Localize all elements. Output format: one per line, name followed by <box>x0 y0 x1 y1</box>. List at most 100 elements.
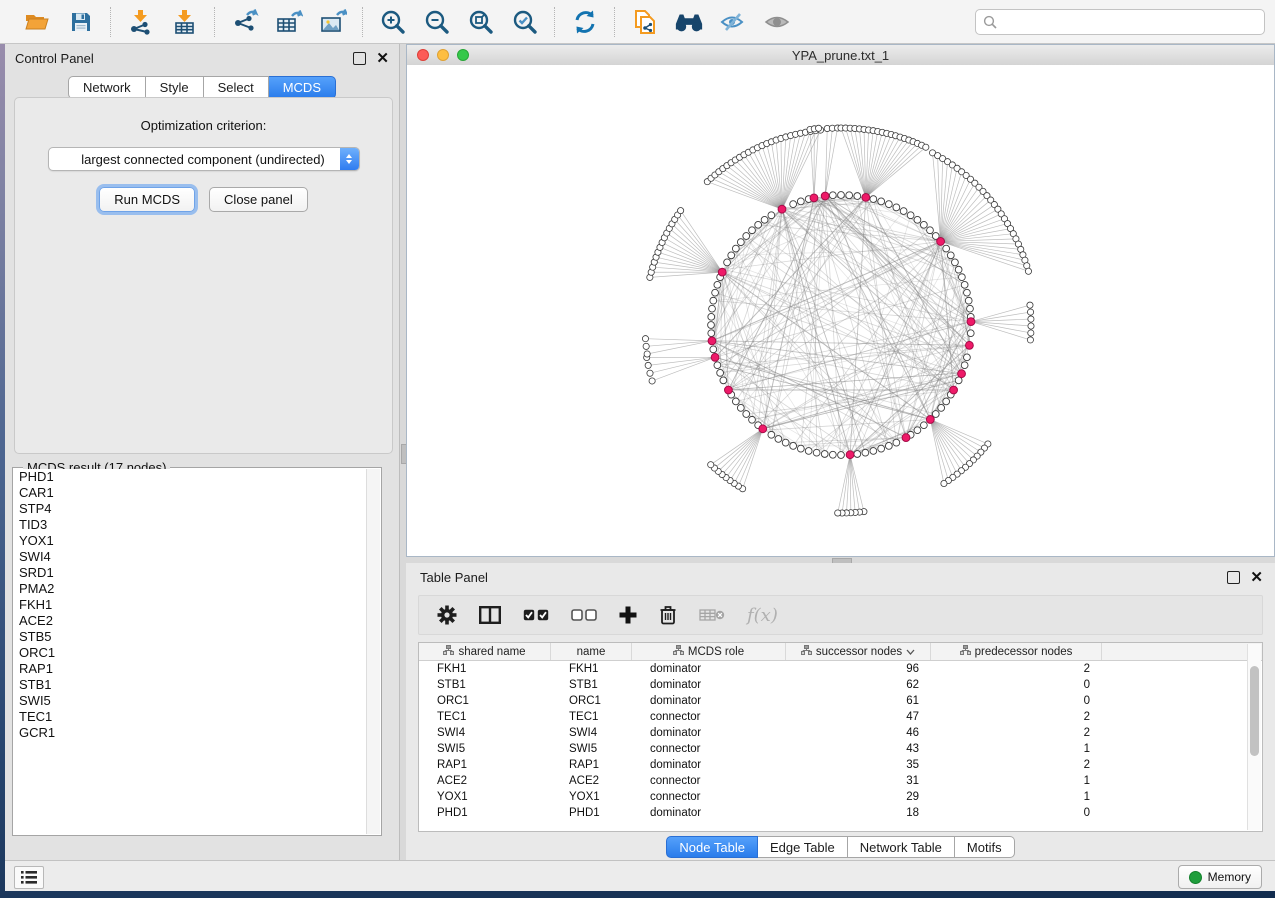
column-header-MCDS-role[interactable]: MCDS role <box>632 643 786 660</box>
cell-predecessor_nodes: 2 <box>931 757 1102 773</box>
hide-selected-button[interactable] <box>718 7 748 37</box>
clone-network-button[interactable] <box>630 7 660 37</box>
result-item[interactable]: SRD1 <box>14 565 367 581</box>
column-header-predecessor-nodes[interactable]: predecessor nodes <box>931 643 1102 660</box>
zoom-selected-button[interactable] <box>510 7 540 37</box>
first-neighbors-button[interactable] <box>674 7 704 37</box>
table-row[interactable]: PHD1PHD1dominator180 <box>419 805 1262 821</box>
tab-edge-table[interactable]: Edge Table <box>758 836 848 858</box>
zoom-fit-button[interactable] <box>466 7 496 37</box>
tab-select[interactable]: Select <box>204 76 269 99</box>
close-panel-button[interactable]: Close panel <box>209 187 308 212</box>
float-panel-icon[interactable] <box>353 52 366 65</box>
table-scrollbar-thumb[interactable] <box>1250 666 1259 756</box>
result-item[interactable]: PMA2 <box>14 581 367 597</box>
show-all-button[interactable] <box>762 7 792 37</box>
result-item[interactable]: SWI4 <box>14 549 367 565</box>
window-zoom-icon[interactable] <box>457 49 469 61</box>
import-table-button[interactable] <box>170 7 200 37</box>
table-row[interactable]: ORC1ORC1dominator610 <box>419 693 1262 709</box>
memory-status-icon <box>1189 871 1202 884</box>
result-item[interactable]: SWI5 <box>14 693 367 709</box>
cell-predecessor_nodes: 2 <box>931 725 1102 741</box>
gear-icon <box>437 605 457 625</box>
mcds-result-list[interactable]: PHD1CAR1STP4TID3YOX1SWI4SRD1PMA2FKH1ACE2… <box>14 469 367 834</box>
window-close-icon[interactable] <box>417 49 429 61</box>
tab-network-table[interactable]: Network Table <box>848 836 955 858</box>
table-scrollbar[interactable] <box>1247 644 1261 830</box>
result-item[interactable]: FKH1 <box>14 597 367 613</box>
network-window: YPA_prune.txt_1 <box>406 44 1275 557</box>
delete-table-button[interactable] <box>699 608 725 622</box>
network-graph[interactable] <box>407 65 1274 556</box>
window-minimize-icon[interactable] <box>437 49 449 61</box>
node-table-body: FKH1FKH1dominator962STB1STB1dominator620… <box>419 661 1262 821</box>
export-image-button[interactable] <box>318 7 348 37</box>
table-row[interactable]: STB1STB1dominator620 <box>419 677 1262 693</box>
cell-predecessor_nodes: 1 <box>931 773 1102 789</box>
result-item[interactable]: GCR1 <box>14 725 367 741</box>
table-settings-button[interactable] <box>437 605 457 625</box>
deselect-all-button[interactable] <box>571 609 597 621</box>
import-network-button[interactable] <box>126 7 156 37</box>
cell-name: SWI4 <box>551 725 632 741</box>
table-row[interactable]: SWI4SWI4dominator462 <box>419 725 1262 741</box>
column-header-successor-nodes[interactable]: successor nodes <box>786 643 931 660</box>
result-item[interactable]: RAP1 <box>14 661 367 677</box>
table-row[interactable]: YOX1YOX1connector291 <box>419 789 1262 805</box>
network-window-titlebar[interactable]: YPA_prune.txt_1 <box>407 45 1274 66</box>
result-item[interactable]: ORC1 <box>14 645 367 661</box>
main-toolbar <box>0 0 1275 44</box>
tab-mcds[interactable]: MCDS <box>269 76 336 99</box>
optimization-criterion-select[interactable]: largest connected component (undirected) <box>48 147 360 171</box>
mcds-result-scrollbar[interactable] <box>366 469 380 834</box>
result-item[interactable]: YOX1 <box>14 533 367 549</box>
table-row[interactable]: SWI5SWI5connector431 <box>419 741 1262 757</box>
toolbar-separator <box>362 7 364 37</box>
control-panel-title: Control Panel <box>15 51 94 66</box>
select-all-button[interactable] <box>523 609 549 621</box>
table-row[interactable]: RAP1RAP1dominator352 <box>419 757 1262 773</box>
table-row[interactable]: FKH1FKH1dominator962 <box>419 661 1262 677</box>
cell-mcds_role: dominator <box>632 725 786 741</box>
result-item[interactable]: PHD1 <box>14 469 367 485</box>
close-panel-icon[interactable]: ✕ <box>376 53 389 64</box>
add-row-button[interactable] <box>619 606 637 624</box>
table-row[interactable]: ACE2ACE2connector311 <box>419 773 1262 789</box>
cell-mcds_role: connector <box>632 741 786 757</box>
show-column-button[interactable] <box>479 606 501 624</box>
tab-motifs[interactable]: Motifs <box>955 836 1015 858</box>
cell-successor_nodes: 35 <box>786 757 931 773</box>
tab-network[interactable]: Network <box>68 76 146 99</box>
cell-mcds_role: dominator <box>632 661 786 677</box>
column-header-name[interactable]: name <box>551 643 632 660</box>
run-mcds-button[interactable]: Run MCDS <box>99 187 195 212</box>
zoom-out-button[interactable] <box>422 7 452 37</box>
save-session-button[interactable] <box>66 7 96 37</box>
tab-style[interactable]: Style <box>146 76 204 99</box>
search-icon <box>983 15 997 29</box>
export-network-button[interactable] <box>230 7 260 37</box>
tab-node-table[interactable]: Node Table <box>666 836 758 858</box>
result-item[interactable]: ACE2 <box>14 613 367 629</box>
result-item[interactable]: TID3 <box>14 517 367 533</box>
float-table-panel-icon[interactable] <box>1227 571 1240 584</box>
search-input[interactable] <box>975 9 1265 35</box>
export-table-button[interactable] <box>274 7 304 37</box>
checked-boxes-icon <box>523 609 549 621</box>
memory-button[interactable]: Memory <box>1178 865 1262 889</box>
result-item[interactable]: STB5 <box>14 629 367 645</box>
task-history-button[interactable] <box>14 866 44 889</box>
close-table-panel-icon[interactable]: ✕ <box>1250 572 1263 583</box>
refresh-layout-button[interactable] <box>570 7 600 37</box>
result-item[interactable]: STP4 <box>14 501 367 517</box>
delete-row-button[interactable] <box>659 605 677 625</box>
result-item[interactable]: TEC1 <box>14 709 367 725</box>
cell-name: ACE2 <box>551 773 632 789</box>
open-file-button[interactable] <box>22 7 52 37</box>
zoom-in-button[interactable] <box>378 7 408 37</box>
result-item[interactable]: CAR1 <box>14 485 367 501</box>
result-item[interactable]: STB1 <box>14 677 367 693</box>
table-row[interactable]: TEC1TEC1connector472 <box>419 709 1262 725</box>
column-header-shared-name[interactable]: shared name <box>419 643 551 660</box>
